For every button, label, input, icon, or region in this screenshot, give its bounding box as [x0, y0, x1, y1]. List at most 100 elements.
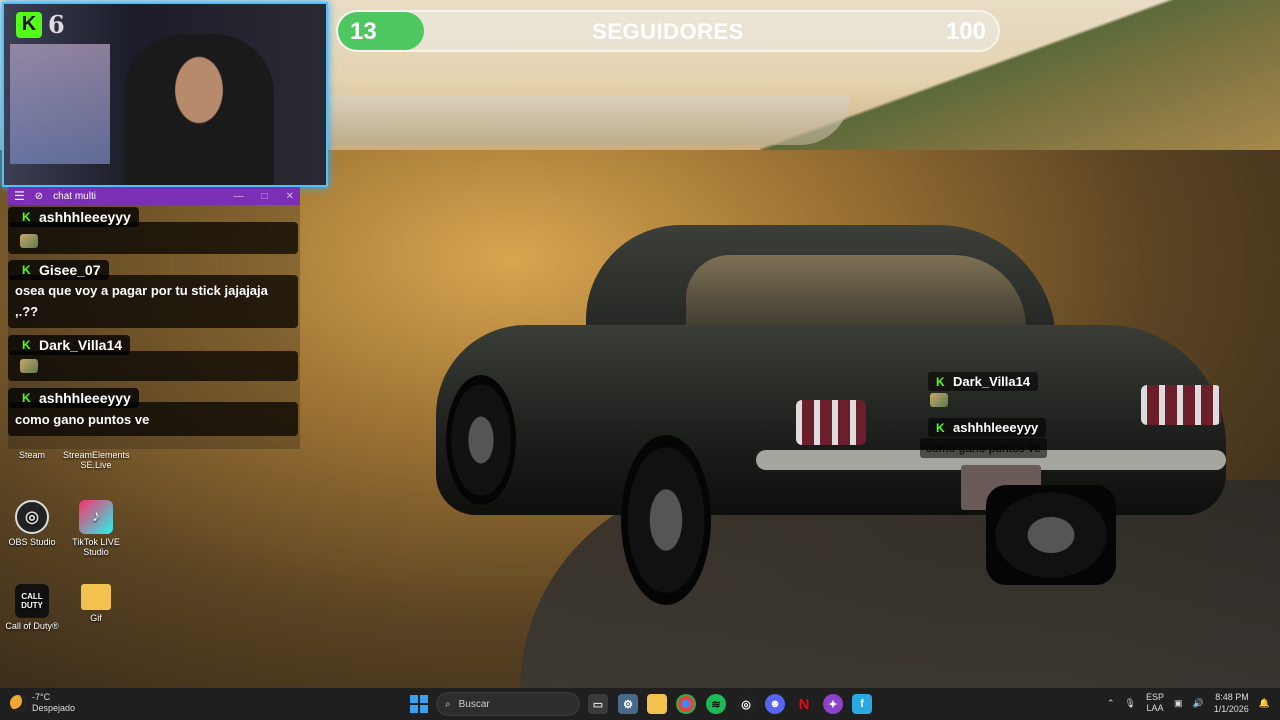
overlay-chat-emote	[930, 393, 948, 407]
car-wheel-front	[446, 375, 516, 505]
moon-weather-icon	[10, 695, 26, 711]
search-placeholder: Buscar	[458, 698, 490, 710]
desktop-icon-label: OBS Studio	[8, 537, 56, 547]
chat-emote	[20, 234, 38, 248]
kick-badge-icon: K	[936, 420, 945, 435]
window-controls: — □ ✕	[234, 191, 294, 202]
chat-username: ashhhleeeyyy	[39, 209, 131, 225]
file-explorer-icon[interactable]	[647, 694, 667, 714]
desktop-icon-steam[interactable]: Steam	[0, 427, 64, 460]
clock-time: 8:48 PM	[1215, 692, 1249, 702]
desktop-icon-tiktok[interactable]: ♪ TikTok LIVE Studio	[64, 500, 128, 557]
chat-window-title: chat multi	[53, 190, 96, 202]
chat-username: Gisee_07	[39, 262, 101, 278]
car-taillight-left	[796, 400, 866, 445]
app-icon[interactable]: ✦	[823, 694, 843, 714]
spotify-icon[interactable]: ≋	[706, 694, 726, 714]
obs-taskbar-icon[interactable]: ◎	[736, 694, 756, 714]
taskbar: -7°C Despejado ⌕ Buscar ▭ ⚙ ≋ ◎ ☻ N ✦ f …	[0, 688, 1280, 720]
webcam-badge: K 6	[16, 10, 65, 39]
netflix-icon[interactable]: N	[794, 694, 814, 714]
webcam-streamer	[124, 34, 274, 185]
close-icon[interactable]: ✕	[286, 191, 294, 202]
desktop-icon-obs[interactable]: ◎ OBS Studio	[0, 500, 64, 547]
search-icon: ⌕	[445, 698, 451, 710]
chat-titlebar[interactable]: ☰ ⊘ chat multi — □ ✕	[8, 187, 300, 205]
car-wheel-rear-right	[986, 485, 1116, 585]
chat-emote	[20, 359, 38, 373]
network-icon[interactable]: ▣	[1174, 698, 1183, 709]
overlay-chat-username: ashhhleeeyyy	[953, 420, 1039, 435]
desktop-icon-label: TikTok LIVE Studio	[72, 537, 120, 557]
desktop-icon-callofduty[interactable]: CALL DUTY Call of Duty®	[0, 584, 64, 631]
kick-badge-icon: K	[936, 374, 945, 389]
overlay-chat-username: Dark_Villa14	[953, 374, 1031, 389]
kick-badge-icon: K	[22, 210, 31, 224]
chat-message-header: K ashhhleeeyyy	[8, 207, 139, 227]
discord-icon[interactable]: ☻	[765, 694, 785, 714]
chat-hidden-icon[interactable]: ⊘	[35, 191, 43, 202]
desktop-icon-label: Gif	[90, 613, 102, 623]
streamelements-icon	[79, 427, 113, 447]
kick-badge-icon: K	[22, 263, 31, 277]
chat-message	[8, 351, 298, 381]
chat-message-header: K ashhhleeeyyy	[8, 388, 139, 408]
language-indicator[interactable]: ESP LAA	[1146, 692, 1164, 714]
obs-icon: ◎	[15, 500, 49, 534]
follower-goal-max: 100	[945, 18, 986, 45]
keyboard-layout: LAA	[1146, 703, 1164, 713]
language-code: ESP	[1145, 692, 1164, 702]
follower-goal-bar: 13 SEGUIDORES 100	[336, 10, 1000, 52]
chat-message-text: osea que voy a pagar por tu stick jajaja…	[15, 283, 268, 319]
task-view-icon[interactable]: ▭	[588, 694, 608, 714]
microphone-icon[interactable]: 🎙	[1125, 698, 1136, 709]
system-tray: ⌃ 🎙 ESP LAA ▣ 🔊 8:48 PM 1/1/2026 🔔	[1107, 691, 1270, 715]
chat-message: osea que voy a pagar por tu stick jajaja…	[8, 275, 298, 328]
chat-username: Dark_Villa14	[39, 337, 123, 353]
chevron-up-icon[interactable]: ⌃	[1107, 698, 1115, 709]
overlay-chat-header: K Dark_Villa14	[928, 372, 1039, 391]
chat-username: ashhhleeeyyy	[39, 390, 131, 406]
weather-text: -7°C Despejado	[32, 692, 75, 714]
desktop-icon-label: Call of Duty®	[5, 621, 59, 631]
desktop-icon-label: Steam	[18, 450, 45, 460]
weather-widget[interactable]: -7°C Despejado	[10, 692, 75, 714]
settings-icon[interactable]: ⚙	[618, 694, 638, 714]
callofduty-icon: CALL DUTY	[15, 584, 49, 618]
windows-start-icon[interactable]	[410, 695, 428, 713]
chat-message-header: K Dark_Villa14	[8, 335, 131, 355]
webcam-count: 6	[48, 10, 65, 39]
kick-badge-icon: K	[22, 338, 31, 352]
desktop-icon-gif[interactable]: Gif	[64, 584, 128, 623]
minimize-icon[interactable]: —	[234, 191, 244, 202]
chat-message-header: K Gisee_07	[8, 260, 109, 280]
chat-multi-window[interactable]: ☰ ⊘ chat multi — □ ✕ K ashhhleeeyyy osea…	[8, 187, 300, 449]
steam-icon	[15, 427, 49, 447]
volume-icon[interactable]: 🔊	[1193, 698, 1204, 709]
kick-badge-icon: K	[22, 391, 31, 405]
weather-temp: -7°C	[32, 692, 51, 702]
weather-desc: Despejado	[32, 703, 76, 713]
webcam-overlay: K 6	[2, 2, 328, 187]
kick-logo-icon: K	[16, 11, 42, 38]
overlay-chat-header: K ashhhleeeyyy	[928, 418, 1047, 437]
wallpaper-car	[436, 225, 1226, 605]
taskbar-search[interactable]: ⌕ Buscar	[436, 692, 580, 716]
car-window	[686, 255, 1026, 335]
car-taillight-right	[1141, 385, 1221, 425]
streamer-app-icon[interactable]: f	[852, 694, 872, 714]
folder-icon	[81, 584, 111, 610]
maximize-icon[interactable]: □	[262, 191, 268, 202]
tiktok-icon: ♪	[79, 500, 113, 534]
follower-goal-title: SEGUIDORES	[592, 19, 744, 44]
overlay-chat-text: como gano puntos ve	[920, 438, 1047, 458]
hamburger-menu-icon[interactable]: ☰	[14, 189, 25, 203]
notification-bell-icon[interactable]: 🔔	[1259, 698, 1270, 709]
desktop-icon-streamelements[interactable]: StreamElements SE.Live	[63, 427, 130, 470]
clock[interactable]: 8:48 PM 1/1/2026	[1214, 691, 1249, 715]
desktop-icon-label: StreamElements SE.Live	[63, 450, 130, 470]
car-wheel-rear-left	[621, 435, 711, 605]
wallpaper-sea	[330, 95, 850, 145]
chrome-icon[interactable]	[676, 694, 696, 714]
clock-date: 1/1/2026	[1213, 704, 1249, 714]
